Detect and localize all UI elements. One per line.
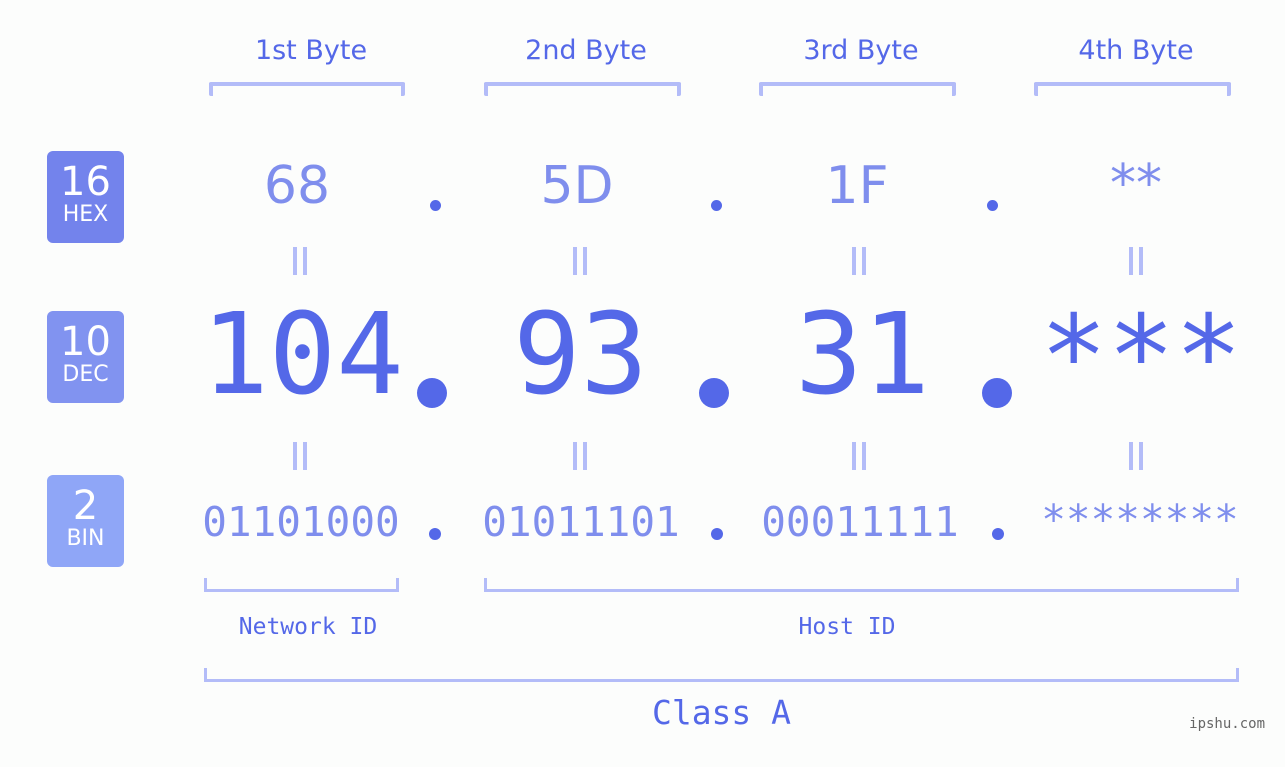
byte-header-3: 3rd Byte bbox=[803, 35, 919, 66]
network-id-label: Network ID bbox=[238, 614, 378, 640]
dec-separator-3 bbox=[982, 378, 1012, 408]
bin-separator-1 bbox=[429, 528, 441, 540]
hex-byte-1: 68 bbox=[263, 156, 331, 216]
hex-separator-1 bbox=[430, 200, 441, 211]
dec-badge-label: DEC bbox=[62, 362, 109, 387]
equals-icon bbox=[1129, 247, 1143, 275]
bin-badge-label: BIN bbox=[66, 526, 105, 551]
hex-byte-2: 5D bbox=[540, 156, 614, 216]
dec-byte-2: 93 bbox=[513, 290, 648, 420]
byte-bracket-1 bbox=[209, 82, 405, 96]
bin-byte-3: 00011111 bbox=[761, 498, 959, 546]
equals-icon bbox=[293, 442, 307, 470]
dec-badge-number: 10 bbox=[60, 319, 111, 365]
hex-badge-label: HEX bbox=[62, 202, 109, 227]
bin-byte-2: 01011101 bbox=[482, 498, 680, 546]
equals-icon bbox=[852, 247, 866, 275]
class-label: Class A bbox=[651, 693, 792, 732]
dec-byte-3: 31 bbox=[795, 290, 930, 420]
hex-separator-3 bbox=[987, 200, 998, 211]
hex-separator-2 bbox=[711, 200, 722, 211]
bin-badge-number: 2 bbox=[72, 483, 99, 529]
bin-separator-3 bbox=[992, 528, 1004, 540]
hex-badge: 16 HEX bbox=[47, 151, 124, 243]
dec-separator-2 bbox=[699, 378, 729, 408]
byte-header-4: 4th Byte bbox=[1078, 35, 1194, 66]
equals-icon bbox=[852, 442, 866, 470]
equals-icon bbox=[573, 247, 587, 275]
hex-byte-4: ** bbox=[1110, 154, 1162, 214]
hex-byte-3: 1F bbox=[825, 156, 889, 216]
byte-header-1: 1st Byte bbox=[254, 35, 368, 66]
bin-separator-2 bbox=[711, 528, 723, 540]
host-id-bracket bbox=[484, 578, 1239, 592]
watermark: ipshu.com bbox=[1189, 716, 1265, 732]
hex-badge-number: 16 bbox=[60, 159, 111, 205]
equals-icon bbox=[1129, 442, 1143, 470]
dec-separator-1 bbox=[417, 378, 447, 408]
byte-bracket-3 bbox=[759, 82, 956, 96]
bin-byte-1: 01101000 bbox=[202, 498, 400, 546]
bin-badge: 2 BIN bbox=[47, 475, 124, 567]
class-bracket bbox=[204, 668, 1239, 682]
network-id-bracket bbox=[204, 578, 399, 592]
dec-badge: 10 DEC bbox=[47, 311, 124, 403]
equals-icon bbox=[573, 442, 587, 470]
dec-byte-1: 104 bbox=[201, 290, 404, 420]
byte-header-2: 2nd Byte bbox=[525, 35, 647, 66]
byte-bracket-4 bbox=[1034, 82, 1231, 96]
host-id-label: Host ID bbox=[798, 614, 896, 640]
equals-icon bbox=[293, 247, 307, 275]
bin-byte-4: ******** bbox=[1041, 496, 1239, 544]
byte-bracket-2 bbox=[484, 82, 681, 96]
dec-byte-4: *** bbox=[1040, 292, 1243, 422]
